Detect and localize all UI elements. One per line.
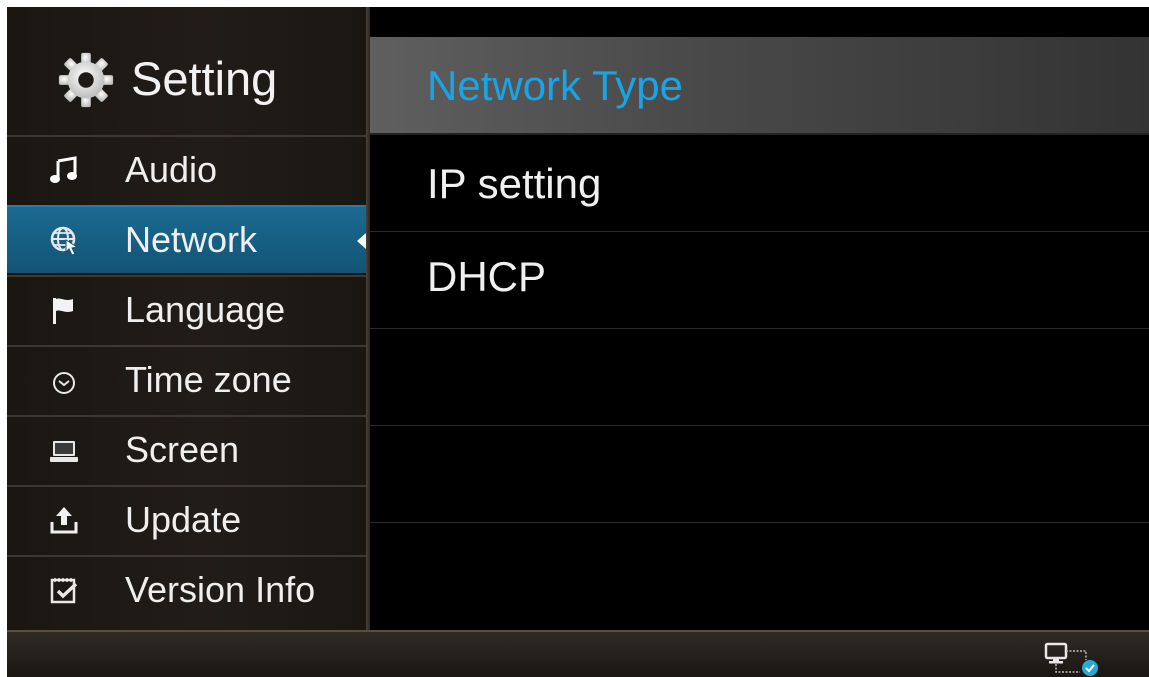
- list-item-label: IP setting: [427, 160, 602, 207]
- laptop-screen-icon: [50, 441, 78, 462]
- active-item-pointer: [357, 233, 366, 249]
- sidebar-item-label: Update: [125, 499, 242, 540]
- list-item-ip-setting[interactable]: IP setting: [370, 135, 1149, 232]
- clock-icon: [53, 372, 75, 394]
- sidebar-item-label: Audio: [125, 149, 218, 190]
- settings-sidebar: Setting Audio Network Language Time zone…: [7, 7, 366, 630]
- list-item-label: DHCP: [427, 253, 547, 300]
- list-item-label: Network Type: [427, 62, 683, 109]
- settings-screen: Setting Audio Network Language Time zone…: [7, 7, 1149, 677]
- sidebar-item-label: Network: [125, 219, 258, 260]
- gear-icon: [58, 52, 114, 108]
- sidebar-item-label: Version Info: [125, 569, 316, 610]
- sidebar-item-time-zone[interactable]: Time zone: [7, 345, 366, 413]
- settings-title: Setting: [131, 52, 278, 105]
- sidebar-item-audio[interactable]: Audio: [7, 135, 366, 203]
- sidebar-item-network[interactable]: Network: [7, 205, 366, 273]
- upload-icon: [50, 507, 78, 534]
- music-note-icon: [50, 156, 77, 183]
- list-item-empty: [370, 523, 1149, 620]
- network-settings-list: Network Type IP setting DHCP: [370, 7, 1149, 630]
- sidebar-header: Setting: [7, 7, 366, 135]
- globe-network-icon: [50, 226, 79, 255]
- list-item-empty: [370, 329, 1149, 426]
- sidebar-item-label: Screen: [125, 429, 240, 470]
- sidebar-item-update[interactable]: Update: [7, 485, 366, 553]
- sidebar-item-label: Language: [125, 289, 286, 330]
- sidebar-item-label: Time zone: [125, 359, 292, 400]
- flag-icon: [53, 298, 73, 324]
- sidebar-item-version-info[interactable]: Version Info: [7, 555, 366, 623]
- network-connected-icon: [1044, 642, 1098, 676]
- sidebar-item-screen[interactable]: Screen: [7, 415, 366, 483]
- list-item-dhcp[interactable]: DHCP: [370, 232, 1149, 329]
- status-bar: [7, 630, 1149, 677]
- list-item-network-type[interactable]: Network Type: [370, 37, 1149, 135]
- sidebar-item-language[interactable]: Language: [7, 275, 366, 343]
- list-item-empty: [370, 426, 1149, 523]
- document-check-icon: [50, 578, 78, 604]
